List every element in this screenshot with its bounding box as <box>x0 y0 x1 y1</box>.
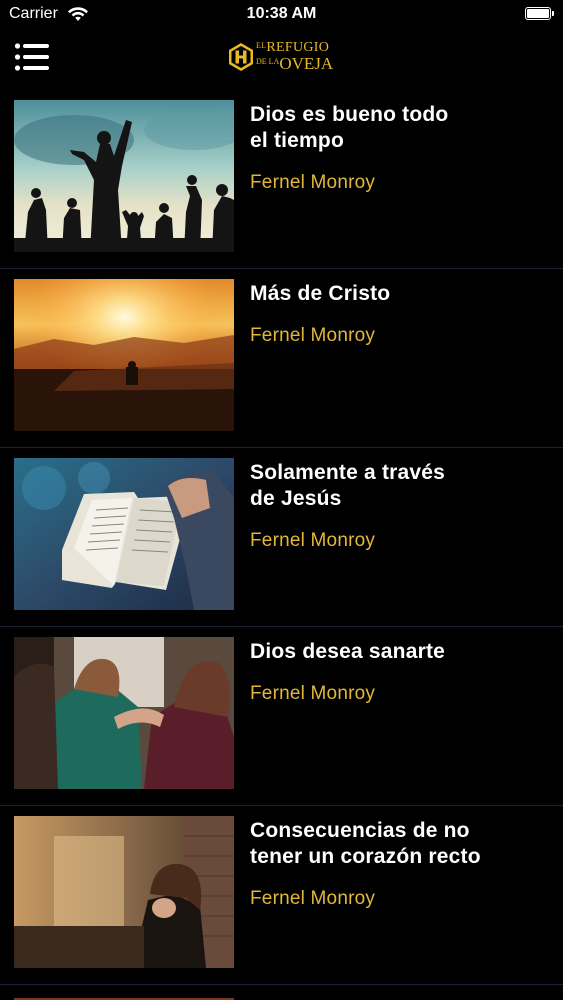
sermon-title: Dios desea sanarte <box>250 640 446 663</box>
sermon-thumbnail <box>14 816 234 968</box>
sermon-list: Dios es bueno todo el tiempo Fernel Monr… <box>0 90 563 985</box>
sermon-list-item[interactable]: Consecuencias de no tener un corazón rec… <box>0 806 563 985</box>
sermon-list-item[interactable]: Dios desea sanarte Fernel Monroy <box>0 627 563 806</box>
status-time: 10:38 AM <box>246 5 317 22</box>
sermon-thumbnail <box>14 279 234 431</box>
sermon-thumbnail <box>14 100 234 252</box>
sermon-author: Fernel Monroy <box>250 530 376 551</box>
battery-level <box>527 9 549 18</box>
battery-icon <box>525 7 554 20</box>
app-logo: ELREFUGIO DE LAOVEJA <box>226 38 338 78</box>
shield-logo-icon <box>229 43 253 71</box>
sermon-title: Dios es bueno todo el tiempo <box>250 103 449 152</box>
sermon-thumbnail <box>14 458 234 610</box>
sermon-title: Consecuencias de no tener un corazón rec… <box>250 819 481 868</box>
sermon-title: Solamente a través de Jesús <box>250 461 446 510</box>
sermon-list-item[interactable]: Solamente a través de Jesús Fernel Monro… <box>0 448 563 627</box>
sermon-author: Fernel Monroy <box>250 683 376 704</box>
sermon-list-item[interactable]: Dios es bueno todo el tiempo Fernel Monr… <box>0 90 563 269</box>
sermon-author: Fernel Monroy <box>250 172 376 193</box>
nav-bar: ELREFUGIO DE LAOVEJA <box>0 30 563 90</box>
status-bar: Carrier 10:38 AM <box>0 0 563 30</box>
hamburger-menu-icon[interactable] <box>14 41 50 75</box>
sermon-thumbnail <box>14 637 234 789</box>
sermon-list-item[interactable]: Más de Cristo Fernel Monroy <box>0 269 563 448</box>
logo-line-2: DE LAOVEJA <box>256 54 334 73</box>
sermon-author: Fernel Monroy <box>250 325 376 346</box>
sermon-author: Fernel Monroy <box>250 888 376 909</box>
sermon-title: Más de Cristo <box>250 282 391 305</box>
